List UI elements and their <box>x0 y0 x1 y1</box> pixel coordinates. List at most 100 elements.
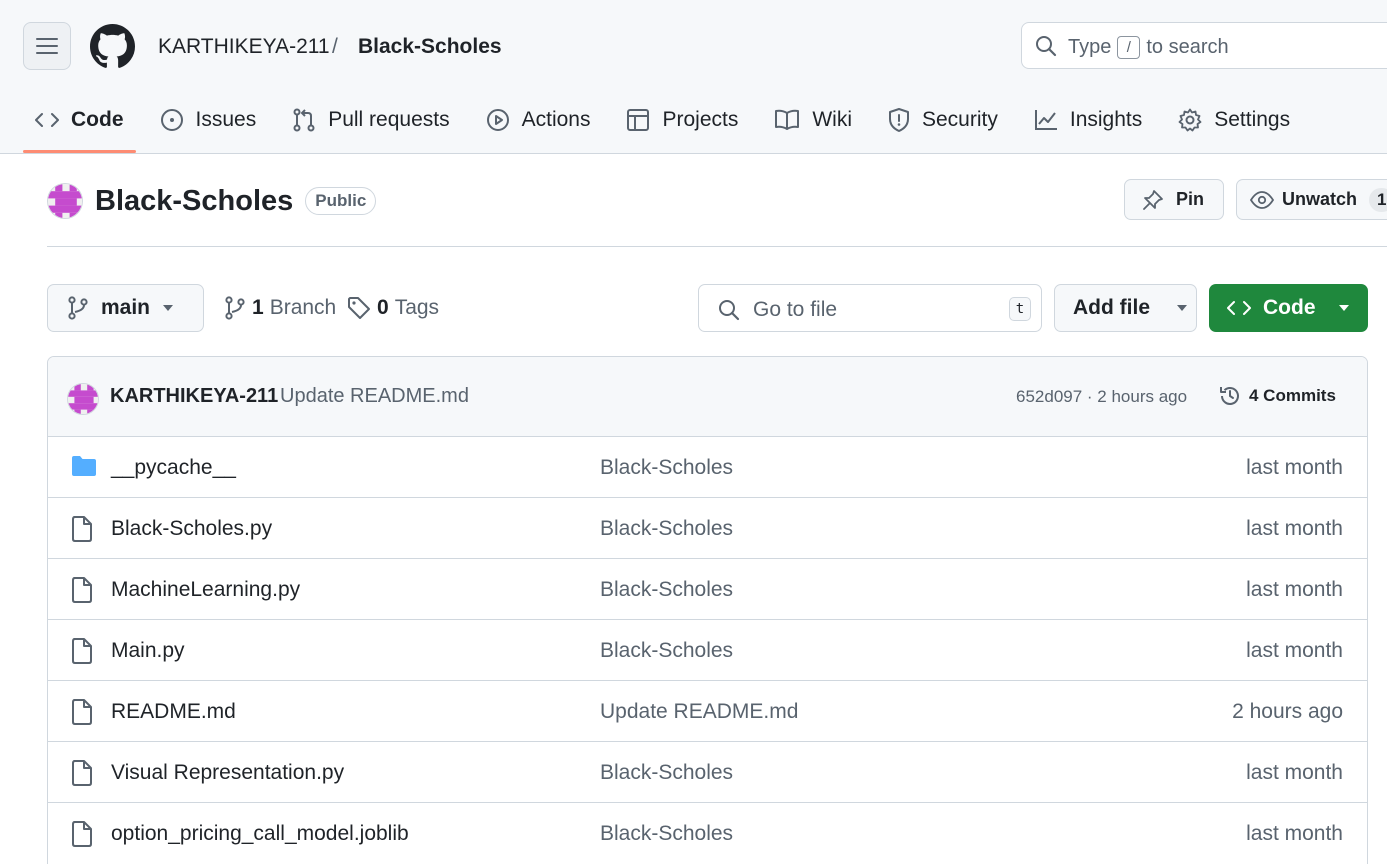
unwatch-label: Unwatch <box>1282 189 1358 209</box>
file-icon <box>72 699 92 725</box>
pin-label: Pin <box>1176 189 1205 209</box>
eye-icon <box>1250 190 1274 209</box>
branch-select-button[interactable]: main <box>47 284 204 332</box>
breadcrumb-owner[interactable]: KARTHIKEYA-211 <box>158 34 330 60</box>
file-name[interactable]: README.md <box>111 700 236 724</box>
hamburger-icon <box>36 38 58 54</box>
breadcrumb-separator: / <box>332 35 338 58</box>
branches-link[interactable]: 1 Branch <box>224 296 336 320</box>
file-date: 2 hours ago <box>1232 700 1343 723</box>
tags-link[interactable]: 0 Tags <box>347 296 439 320</box>
file-commit-message[interactable]: Black-Scholes <box>600 761 733 785</box>
tab-projects[interactable]: Projects <box>614 95 750 145</box>
tab-wiki[interactable]: Wiki <box>762 95 864 145</box>
file-row[interactable]: option_pricing_call_model.joblib Black-S… <box>48 803 1367 864</box>
repo-header: Black-Scholes Public <box>47 181 377 221</box>
file-date: last month <box>1246 639 1343 662</box>
add-file-label: Add file <box>1073 296 1150 319</box>
file-name[interactable]: option_pricing_call_model.joblib <box>111 822 409 846</box>
branch-icon <box>225 296 245 320</box>
commit-author-avatar[interactable] <box>67 383 99 415</box>
tab-pull-requests[interactable]: Pull requests <box>280 95 461 145</box>
breadcrumb-repo[interactable]: Black-Scholes <box>358 34 502 60</box>
branch-icon <box>68 296 88 320</box>
search-shortcut-key: / <box>1117 36 1141 59</box>
tab-issues-label: Issues <box>195 108 257 131</box>
commit-hash-time[interactable]: 652d097 · 2 hours ago <box>1016 387 1187 407</box>
watch-count: 1 <box>1369 187 1387 212</box>
branches-count: 1 <box>252 296 264 319</box>
table-icon <box>627 109 650 131</box>
file-row[interactable]: Visual Representation.py Black-Scholes l… <box>48 742 1367 803</box>
header-divider <box>47 246 1387 247</box>
branch-name: main <box>101 296 151 319</box>
code-dropdown-button[interactable]: Code <box>1209 284 1368 332</box>
branches-label: Branch <box>269 296 337 319</box>
repo-nav-tabs: Code Issues Pull requests Actions Projec… <box>23 95 1314 153</box>
identicon-icon <box>68 384 98 414</box>
menu-button[interactable] <box>23 22 71 70</box>
graph-icon <box>1034 110 1057 130</box>
file-name[interactable]: MachineLearning.py <box>111 578 300 602</box>
caret-down-icon <box>1338 305 1349 311</box>
global-search-input[interactable]: Type / to search <box>1021 22 1387 69</box>
github-logo-icon[interactable] <box>90 24 135 69</box>
code-icon <box>35 113 59 127</box>
repo-title[interactable]: Black-Scholes <box>95 185 293 218</box>
tab-security[interactable]: Security <box>876 95 1010 145</box>
file-row[interactable]: __pycache__ Black-Scholes last month <box>48 437 1367 498</box>
file-commit-message[interactable]: Update README.md <box>600 700 798 724</box>
file-row[interactable]: MachineLearning.py Black-Scholes last mo… <box>48 559 1367 620</box>
identicon-icon <box>48 184 82 218</box>
tags-count: 0 <box>377 296 389 319</box>
tab-settings-label: Settings <box>1214 108 1291 131</box>
unwatch-button[interactable]: Unwatch 1 <box>1236 179 1387 220</box>
file-icon <box>72 516 92 542</box>
file-row[interactable]: Main.py Black-Scholes last month <box>48 620 1367 681</box>
commits-history-link[interactable]: 4 Commits <box>1218 384 1336 408</box>
file-icon <box>72 821 92 847</box>
tag-icon <box>348 297 370 319</box>
tab-insights[interactable]: Insights <box>1022 95 1154 145</box>
file-date: last month <box>1246 822 1343 845</box>
file-name[interactable]: Main.py <box>111 639 185 663</box>
file-commit-message[interactable]: Black-Scholes <box>600 639 733 663</box>
go-to-file-shortcut: t <box>1009 297 1031 321</box>
file-commit-message[interactable]: Black-Scholes <box>600 517 733 541</box>
tab-code[interactable]: Code <box>23 95 136 153</box>
search-prefix: Type <box>1068 36 1112 58</box>
add-file-button[interactable]: Add file <box>1054 284 1197 332</box>
issue-icon <box>160 109 183 131</box>
tab-wiki-label: Wiki <box>812 108 852 131</box>
search-icon <box>719 300 740 321</box>
go-to-file-placeholder: Go to file <box>753 298 838 321</box>
commit-author[interactable]: KARTHIKEYA-211 <box>110 385 278 408</box>
file-icon <box>72 577 92 603</box>
go-to-file-input[interactable]: Go to file t <box>698 284 1042 332</box>
book-icon <box>775 109 800 130</box>
latest-commit-row: KARTHIKEYA-211 Update README.md 652d097 … <box>48 357 1367 437</box>
history-icon <box>1220 387 1239 405</box>
file-name[interactable]: Visual Representation.py <box>111 761 344 785</box>
caret-down-icon <box>1177 305 1187 311</box>
file-name[interactable]: __pycache__ <box>111 456 236 480</box>
code-button-label: Code <box>1263 296 1316 319</box>
tab-settings[interactable]: Settings <box>1166 95 1302 145</box>
file-commit-message[interactable]: Black-Scholes <box>600 822 733 846</box>
search-placeholder: Type / to search <box>1068 36 1229 59</box>
file-name[interactable]: Black-Scholes.py <box>111 517 272 541</box>
file-date: last month <box>1246 517 1343 540</box>
owner-avatar[interactable] <box>47 183 83 219</box>
file-icon <box>72 760 92 786</box>
file-row[interactable]: README.md Update README.md 2 hours ago <box>48 681 1367 742</box>
pin-button[interactable]: Pin <box>1124 179 1224 220</box>
file-commit-message[interactable]: Black-Scholes <box>600 578 733 602</box>
file-row[interactable]: Black-Scholes.py Black-Scholes last mont… <box>48 498 1367 559</box>
file-commit-message[interactable]: Black-Scholes <box>600 456 733 480</box>
tab-actions-label: Actions <box>521 108 591 131</box>
tab-issues[interactable]: Issues <box>148 95 269 145</box>
tab-actions[interactable]: Actions <box>474 95 603 145</box>
commit-message[interactable]: Update README.md <box>280 385 469 408</box>
shield-icon <box>889 108 909 132</box>
caret-down-icon <box>163 305 174 311</box>
